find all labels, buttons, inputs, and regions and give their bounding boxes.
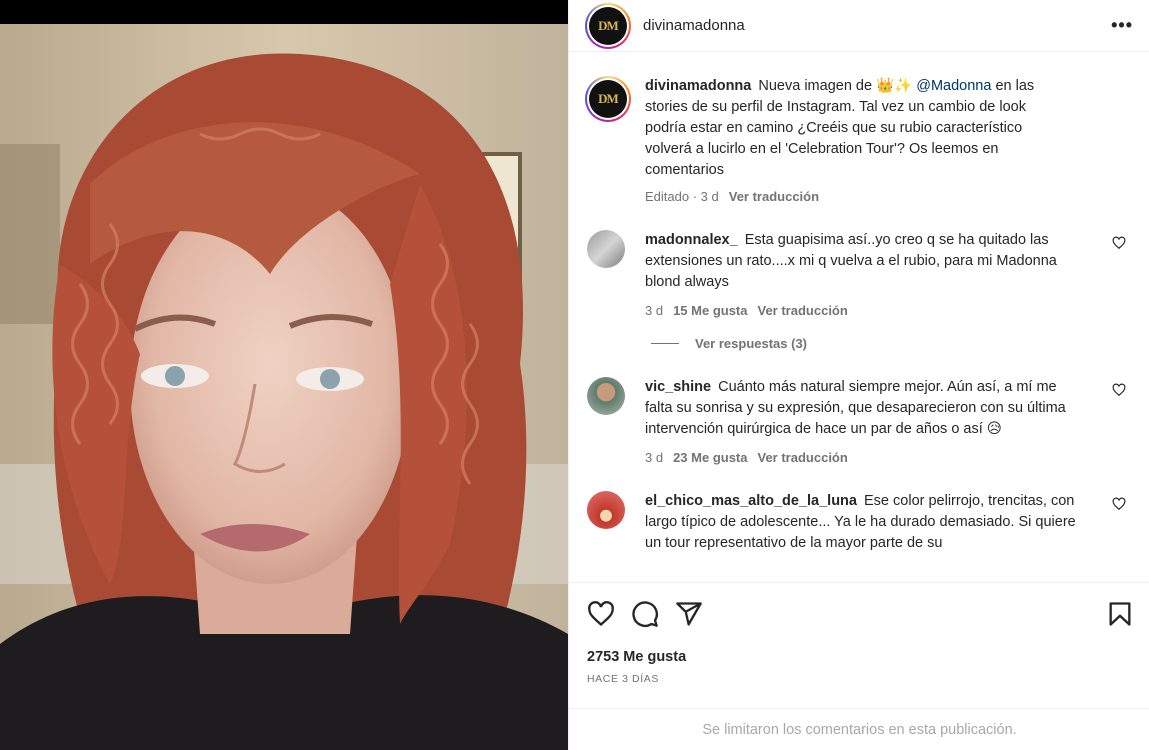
post-sidebar: DM divinamadonna ••• DM divinamadonna Nu… (568, 0, 1149, 750)
comment-translate[interactable]: Ver traducción (758, 303, 848, 318)
comment-meta: 3 d 15 Me gusta Ver traducción (645, 303, 1085, 318)
post-actions: 2753 Me gusta HACE 3 DÍAS (569, 582, 1149, 685)
comments-limited-notice: Se limitaron los comentarios en esta pub… (569, 708, 1149, 750)
heart-icon[interactable] (587, 600, 615, 628)
caption-age[interactable]: 3 d (701, 189, 719, 204)
post-photo[interactable] (0, 24, 568, 750)
comment-likes[interactable]: 15 Me gusta (673, 303, 747, 318)
comment-text: vic_shine Cuánto más natural siempre mej… (645, 377, 1085, 440)
comments-list[interactable]: DM divinamadonna Nueva imagen de 👑✨ @Mad… (569, 64, 1149, 582)
comment-age[interactable]: 3 d (645, 303, 663, 318)
comment-text: madonnalex_ Esta guapisima así..yo creo … (645, 230, 1085, 293)
comment-username[interactable]: el_chico_mas_alto_de_la_luna (645, 493, 857, 509)
comment-avatar[interactable] (587, 377, 625, 415)
comment-avatar[interactable] (587, 230, 625, 268)
caption-text-before: Nueva imagen de 👑✨ (758, 78, 913, 94)
post-caption: DM divinamadonna Nueva imagen de 👑✨ @Mad… (585, 64, 1134, 204)
caption-avatar-logo: DM (589, 80, 627, 118)
comment-icon[interactable] (631, 600, 659, 628)
comment: el_chico_mas_alto_de_la_luna Ese color p… (585, 491, 1134, 554)
author-avatar[interactable]: DM (585, 2, 631, 49)
post-header: DM divinamadonna ••• (569, 0, 1149, 52)
caption-meta: Editado · 3 d Ver traducción (645, 189, 820, 204)
author-username[interactable]: divinamadonna (643, 17, 745, 34)
comment-like-heart-icon[interactable] (1112, 383, 1126, 397)
top-black-bar (0, 0, 568, 24)
comment: madonnalex_ Esta guapisima así..yo creo … (585, 230, 1134, 318)
comment-avatar[interactable] (587, 491, 625, 529)
comment-age[interactable]: 3 d (645, 450, 663, 465)
comment-text: el_chico_mas_alto_de_la_luna Ese color p… (645, 491, 1085, 554)
comment-like-heart-icon[interactable] (1112, 236, 1126, 250)
comment: vic_shine Cuánto más natural siempre mej… (585, 377, 1134, 465)
portrait-photo (0, 24, 568, 750)
view-replies-label: Ver respuestas (3) (695, 336, 808, 351)
share-icon[interactable] (675, 600, 703, 628)
comment-translate[interactable]: Ver traducción (758, 450, 848, 465)
comment-username[interactable]: vic_shine (645, 379, 711, 395)
replies-divider (651, 343, 679, 344)
view-replies-button[interactable]: Ver respuestas (3) (651, 336, 1134, 351)
comment-likes[interactable]: 23 Me gusta (673, 450, 747, 465)
avatar-logo: DM (589, 6, 627, 45)
caption-mention[interactable]: @Madonna (916, 78, 991, 94)
caption-username[interactable]: divinamadonna (645, 78, 751, 94)
caption-edited: Editado (645, 189, 690, 204)
comment-like-heart-icon[interactable] (1112, 497, 1126, 511)
post-timestamp[interactable]: HACE 3 DÍAS (587, 673, 1134, 685)
action-icons (587, 599, 1134, 629)
caption-text: divinamadonna Nueva imagen de 👑✨ @Madonn… (645, 76, 1065, 181)
likes-count[interactable]: 2753 Me gusta (587, 649, 1134, 665)
caption-translate[interactable]: Ver traducción (729, 189, 819, 204)
bookmark-icon[interactable] (1106, 600, 1134, 628)
caption-author-avatar[interactable]: DM (585, 76, 631, 122)
comment-username[interactable]: madonnalex_ (645, 232, 738, 248)
comment-meta: 3 d 23 Me gusta Ver traducción (645, 450, 1085, 465)
more-options-icon[interactable]: ••• (1111, 15, 1133, 36)
